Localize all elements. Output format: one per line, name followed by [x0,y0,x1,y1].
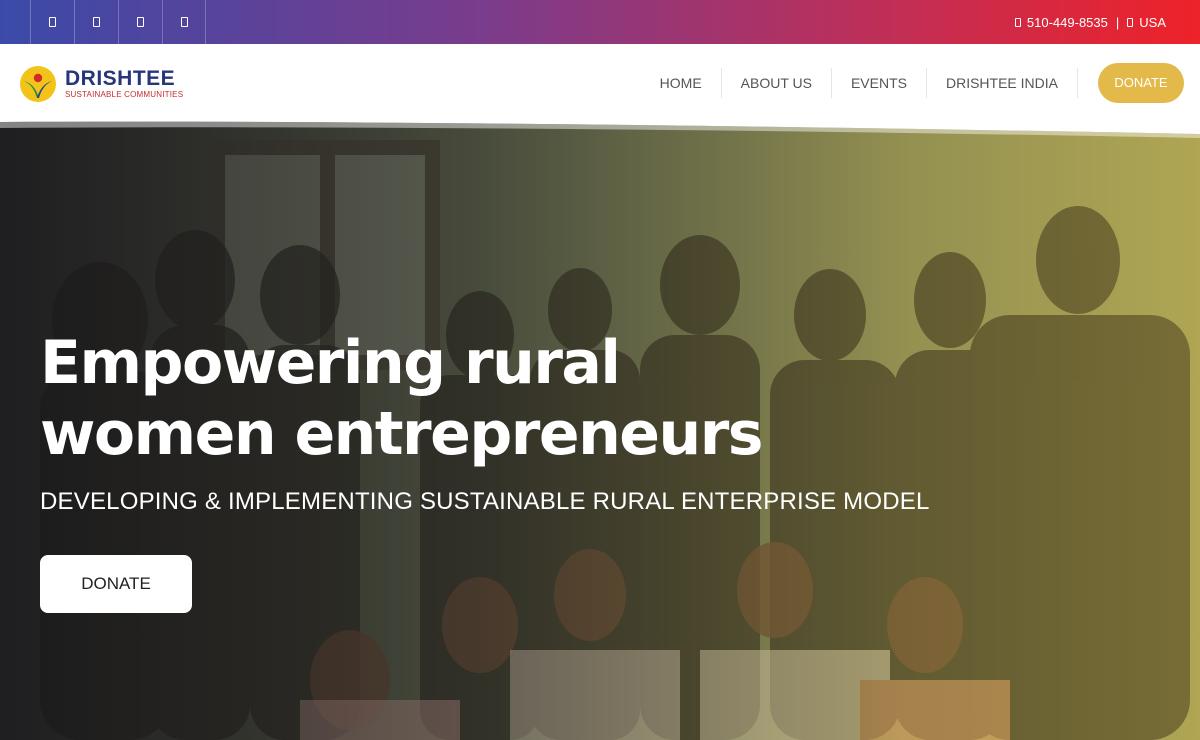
nav-about-us[interactable]: ABOUT US [722,68,832,98]
site-logo[interactable]: DRISHTEE SUSTAINABLE COMMUNITIES [18,64,183,104]
logo-emblem-icon [20,66,56,102]
twitter-icon[interactable] [118,0,162,44]
hero-section: Empowering rural women entrepreneurs DEV… [0,120,1200,740]
nav-events[interactable]: EVENTS [832,68,927,98]
social-links [0,0,206,44]
phone-icon [1014,17,1021,27]
contact-separator: | [1115,14,1120,30]
hero-title: Empowering rural women entrepreneurs [40,328,940,470]
brand-name: DRISHTEE [65,67,176,90]
nav-home[interactable]: HOME [641,68,722,98]
region-label[interactable]: USA [1139,15,1166,30]
contact-info: 510-449-8535 | USA [1014,14,1166,30]
facebook-icon[interactable] [30,0,74,44]
hero-title-line-1: Empowering rural [40,328,621,398]
nav-drishtee-india[interactable]: DRISHTEE INDIA [927,68,1078,98]
nav-donate-button[interactable]: DONATE [1098,63,1184,103]
hero-donate-button[interactable]: DONATE [40,555,192,613]
linkedin-icon[interactable] [162,0,206,44]
hero-subtitle: DEVELOPING & IMPLEMENTING SUSTAINABLE RU… [40,488,930,515]
top-bar: 510-449-8535 | USA [0,0,1200,44]
hero-title-line-2: women entrepreneurs [40,399,764,469]
site-header: DRISHTEE SUSTAINABLE COMMUNITIES HOME AB… [0,44,1200,126]
hero-top-edge [0,120,1200,138]
flag-icon [1127,17,1134,27]
instagram-icon[interactable] [74,0,118,44]
brand-tagline: SUSTAINABLE COMMUNITIES [65,90,184,99]
main-nav: HOME ABOUT US EVENTS DRISHTEE INDIA DONA… [641,63,1184,103]
phone-number[interactable]: 510-449-8535 [1027,15,1108,30]
